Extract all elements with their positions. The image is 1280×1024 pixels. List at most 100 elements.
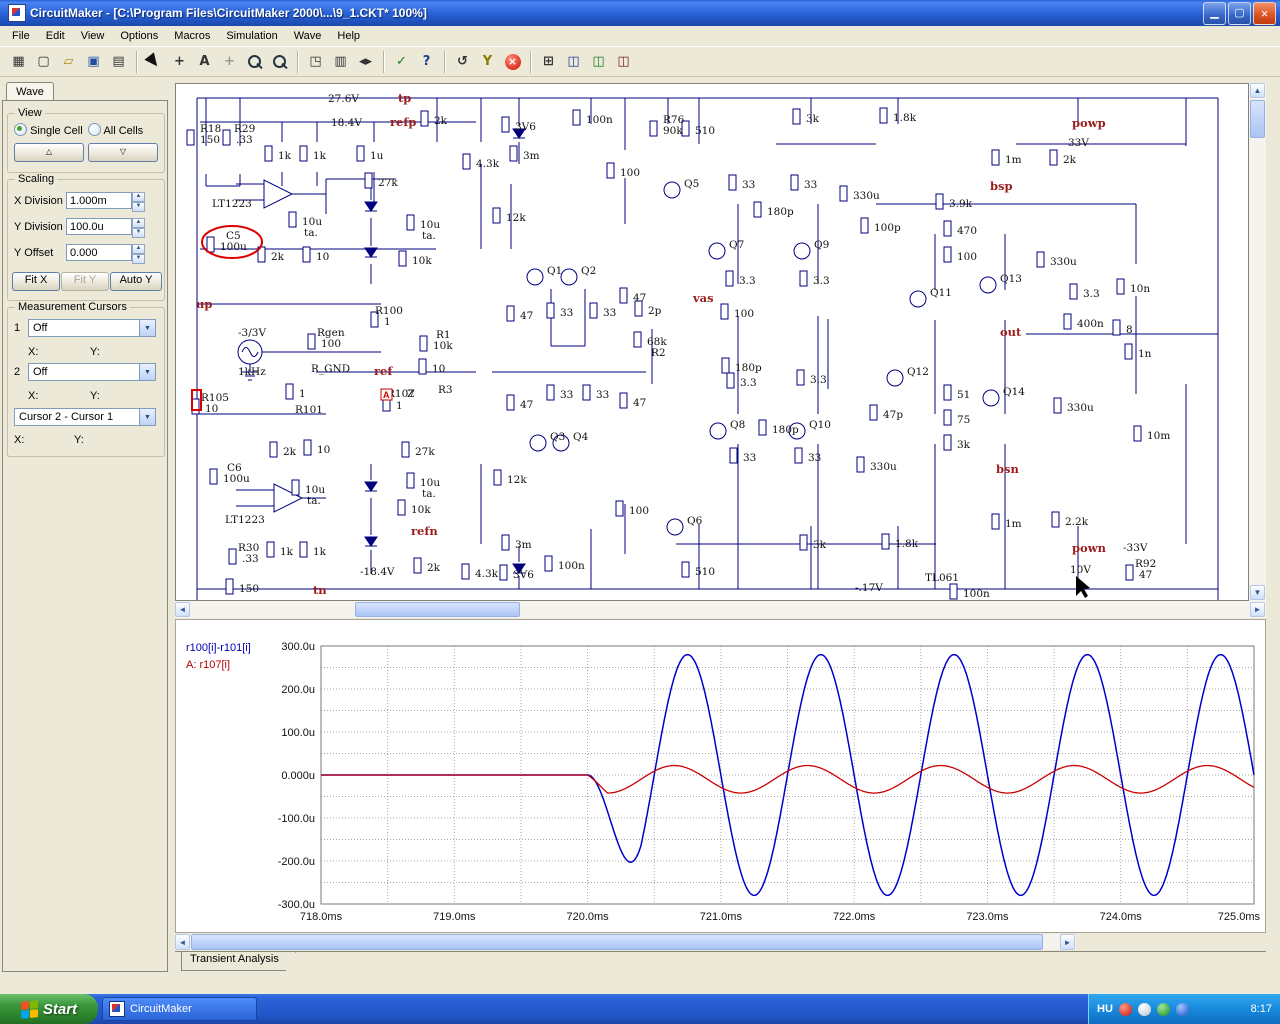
zoom-icon[interactable] [268,50,291,73]
menu-macros[interactable]: Macros [166,28,218,44]
radio-all-cells[interactable]: All Cells [88,123,143,137]
component-label: 330u [853,190,880,202]
menu-view[interactable]: View [73,28,113,44]
undo-icon[interactable]: ↺ [451,50,474,73]
scroll-right-arrow-icon[interactable]: ► [1250,602,1265,617]
zoom-page-icon[interactable]: ◳ [304,50,327,73]
y-division-spinner[interactable]: ▲ ▼ [132,218,145,238]
zoom-select-icon[interactable] [243,50,266,73]
save-icon[interactable]: ▣ [82,50,105,73]
scroll-down-button[interactable]: ▽ [88,143,158,162]
clock[interactable]: 8:17 [1251,1003,1272,1015]
y-offset-spinner[interactable]: ▲ ▼ [132,244,145,264]
scheduler-icon[interactable] [1156,1002,1170,1016]
parts-browser-icon[interactable]: ▦ [7,50,30,73]
run-check-icon[interactable]: ✓ [390,50,413,73]
toolbar-separator [383,50,384,73]
auto-y-button[interactable]: Auto Y [110,272,162,291]
logic-window-icon[interactable]: ◫ [587,50,610,73]
cursor-diff-combo[interactable]: Cursor 2 - Cursor 1 ▼ [14,408,156,426]
scroll-left-arrow-icon[interactable]: ◄ [175,602,190,617]
component-label: 2k [434,115,448,127]
maximize-button[interactable]: ▢ [1228,1,1251,25]
volume-icon[interactable] [1137,1002,1151,1016]
menu-file[interactable]: File [4,28,38,44]
chevron-down-icon[interactable]: ▼ [139,364,155,380]
chevron-down-icon[interactable]: ▼ [139,409,155,425]
fit-y-button[interactable]: Fit Y [61,272,109,291]
x-division-spinner[interactable]: ▲ ▼ [132,192,145,212]
schematic-hscrollbar[interactable]: ◄ ► [175,601,1266,618]
security-alert-icon[interactable] [1118,1002,1132,1016]
start-button[interactable]: Start [0,994,98,1024]
close-button[interactable]: × [1253,1,1276,25]
component-label: 180p [767,206,794,218]
hscroll-thumb[interactable] [355,602,520,617]
fit-x-button[interactable]: Fit X [12,272,60,291]
vscroll-thumb[interactable] [1250,100,1265,138]
new-file-icon[interactable]: ▢ [32,50,55,73]
waveform-window-icon[interactable]: ◫ [562,50,585,73]
cursor1-combo[interactable]: Off ▼ [28,319,156,337]
text-tool-icon[interactable]: A [193,50,216,73]
stop-icon[interactable] [501,50,524,73]
component-label: Q1 [547,265,562,277]
tab-wave[interactable]: Wave [6,82,54,101]
open-folder-icon[interactable]: ▱ [57,50,80,73]
component-label: 1kHz [238,366,266,378]
help-icon[interactable]: ? [415,50,438,73]
component-label: 2p [648,305,662,317]
x-division-input[interactable] [66,192,132,209]
menu-simulation[interactable]: Simulation [218,28,285,44]
legend-series-red[interactable]: A: r107[i] [186,659,230,671]
component-label: Q4 [573,431,589,443]
title-bar[interactable]: CircuitMaker - [C:\Program Files\Circuit… [0,0,1280,26]
menu-wave[interactable]: Wave [286,28,330,44]
taskbar: Start CircuitMaker HU 8:17 [0,994,1280,1024]
measurement-cursors-group: Measurement Cursors 1 Off ▼ X: Y: 2 Off … [7,301,165,457]
scroll-left-arrow-icon[interactable]: ◄ [175,934,190,950]
node-label: powp [1072,116,1106,130]
component-label: Q8 [730,419,745,431]
wave-hscroll-thumb[interactable] [191,934,1043,950]
waveform-plot[interactable]: r100[i]-r101[i] A: r107[i] 300.0u 200.0u 1… [175,619,1266,933]
pan-arrows-icon[interactable]: ◂▸ [354,50,377,73]
language-indicator[interactable]: HU [1097,1003,1113,1015]
analysis-tabstrip: Transient Analysis [175,951,1266,972]
legend-series-blue[interactable]: r100[i]-r101[i] [186,642,251,654]
scroll-down-arrow-icon[interactable]: ▼ [1250,585,1265,600]
chevron-down-icon[interactable]: ▼ [139,320,155,336]
mixed-window-icon[interactable]: ◫ [612,50,635,73]
messenger-icon[interactable] [1175,1002,1189,1016]
new-window-icon[interactable]: ⊞ [537,50,560,73]
x-axis-tick: 725.0ms [1218,911,1261,923]
sheet-icon[interactable]: ▥ [329,50,352,73]
y-division-input[interactable] [66,218,132,235]
component-label: -3/3V [238,327,266,339]
scroll-up-arrow-icon[interactable]: ▲ [1250,83,1265,98]
menu-help[interactable]: Help [329,28,368,44]
schematic-vscrollbar[interactable]: ▲ ▼ [1249,83,1266,601]
scroll-right-arrow-icon[interactable]: ► [1060,934,1075,950]
print-icon[interactable]: ▤ [107,50,130,73]
waveform-hscrollbar[interactable]: ◄ ► [175,934,1076,950]
schematic-canvas[interactable]: 27.6V tp refp 2k 18.4V R18 150 R29.33 1k 1k 1u 27k L… [175,83,1249,601]
wire-plus-icon[interactable]: + [168,50,191,73]
cursor-arrow-icon[interactable] [143,50,166,73]
taskbar-task-circuitmaker[interactable]: CircuitMaker [102,997,257,1021]
minimize-button[interactable]: ▁ [1203,1,1226,25]
menu-options[interactable]: Options [112,28,166,44]
radio-dot[interactable] [88,123,101,136]
ghost-plus-icon[interactable]: + [218,50,241,73]
component-label: Q6 [687,515,703,527]
probe-y-icon[interactable]: Y [476,50,499,73]
scroll-up-button[interactable]: △ [14,143,84,162]
y-offset-input[interactable] [66,244,132,261]
y-axis-tick: 100.0u [281,727,315,739]
menu-edit[interactable]: Edit [38,28,73,44]
radio-dot[interactable] [14,123,27,136]
component-label: ta. [307,495,321,507]
radio-single-cell[interactable]: Single Cell [14,123,83,137]
tab-transient-analysis[interactable]: Transient Analysis [181,952,296,971]
cursor2-combo[interactable]: Off ▼ [28,363,156,381]
